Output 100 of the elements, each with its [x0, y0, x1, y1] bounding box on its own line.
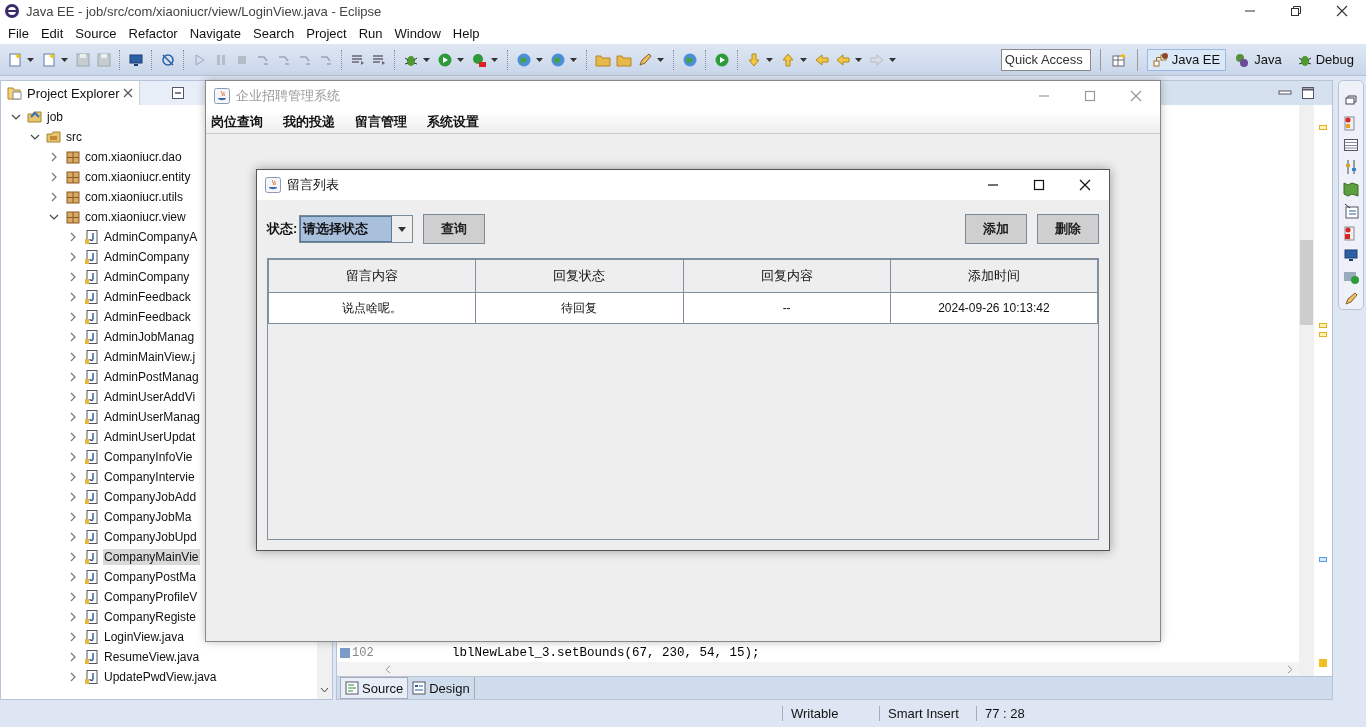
chevron-icon[interactable]	[49, 172, 59, 182]
scroll-right-icon[interactable]	[1287, 664, 1293, 674]
tree-item[interactable]: AdminCompany	[103, 269, 191, 285]
column-header[interactable]: 回复内容	[683, 259, 891, 293]
tree-item[interactable]: AdminUserUpdat	[103, 429, 197, 445]
perspective-button[interactable]: Java EE	[1146, 48, 1227, 71]
menu-item[interactable]: File	[2, 25, 35, 41]
chevron-icon[interactable]	[68, 632, 78, 642]
menu-item[interactable]: Run	[352, 25, 389, 41]
perspective-button[interactable]: Debug	[1290, 48, 1360, 71]
close-icon[interactable]	[1336, 5, 1348, 17]
menu-item[interactable]: Help	[446, 25, 486, 41]
tree-item[interactable]: AdminMainView.j	[103, 349, 197, 365]
chevron-icon[interactable]	[68, 272, 78, 282]
quick-access-field[interactable]: Quick Access	[1000, 48, 1091, 71]
outline-icon[interactable]	[1343, 203, 1359, 219]
chevron-icon[interactable]	[68, 352, 78, 362]
monitor-icon[interactable]	[1343, 247, 1359, 263]
menu-item[interactable]: 岗位查询	[208, 113, 266, 131]
column-header[interactable]: 添加时间	[890, 259, 1098, 293]
tree-item[interactable]: CompanyPostMa	[103, 569, 198, 585]
chevron-icon[interactable]	[68, 652, 78, 662]
chevron-icon[interactable]	[68, 452, 78, 462]
column-header[interactable]: 回复状态	[475, 259, 683, 293]
tree-item[interactable]: com.xiaoniucr.view	[84, 209, 187, 225]
column-header[interactable]: 留言内容	[268, 259, 476, 293]
tree-item[interactable]: CompanyProfileV	[103, 589, 199, 605]
chevron-icon[interactable]	[68, 672, 78, 682]
tree-item[interactable]: AdminFeedback	[103, 309, 192, 325]
chevron-icon[interactable]	[68, 392, 78, 402]
menu-item[interactable]: Refactor	[122, 25, 184, 41]
warning-marker-icon[interactable]	[1319, 332, 1327, 337]
menu-item[interactable]: Project	[300, 25, 353, 41]
editor-tab[interactable]: Source	[340, 677, 409, 699]
chevron-icon[interactable]	[68, 332, 78, 342]
chevron-icon[interactable]	[68, 232, 78, 242]
tree-item[interactable]: AdminJobManag	[103, 329, 196, 345]
tree-item[interactable]: com.xiaoniucr.utils	[84, 189, 185, 205]
tree-item[interactable]: CompanyJobUpd	[103, 529, 198, 545]
tree-item[interactable]: UpdatePwdView.java	[103, 669, 218, 685]
tree-item[interactable]: job	[46, 109, 64, 125]
tree-item[interactable]: AdminPostManag	[103, 369, 200, 385]
chevron-icon[interactable]	[68, 552, 78, 562]
tree-item[interactable]: CompanyMainVie	[103, 549, 200, 565]
tree-item[interactable]: com.xiaoniucr.entity	[84, 169, 192, 185]
run-icon[interactable]	[1343, 269, 1359, 285]
chevron-icon[interactable]	[68, 312, 78, 322]
chevron-icon[interactable]	[68, 532, 78, 542]
maximize-icon[interactable]	[1302, 87, 1314, 99]
chevron-icon[interactable]	[68, 592, 78, 602]
tree-item[interactable]: ResumeView.java	[103, 649, 201, 665]
close-icon[interactable]	[1079, 179, 1091, 191]
tree-item[interactable]: AdminCompany	[103, 249, 191, 265]
add-button[interactable]: 添加	[965, 214, 1027, 244]
warning-marker-icon[interactable]	[1319, 125, 1327, 130]
chevron-icon[interactable]	[68, 572, 78, 582]
run-icon[interactable]	[471, 51, 487, 68]
tree-item[interactable]: CompanyIntervie	[103, 469, 196, 485]
pencil-icon[interactable]	[637, 51, 653, 68]
run-icon[interactable]	[714, 51, 730, 68]
delete-button[interactable]: 删除	[1037, 214, 1099, 244]
warning-marker-icon[interactable]	[1319, 323, 1327, 328]
tree-item[interactable]: CompanyJobAdd	[103, 489, 198, 505]
menu-item[interactable]: Window	[388, 25, 447, 41]
chevron-icon[interactable]	[49, 212, 59, 222]
scrollbar[interactable]	[337, 662, 1299, 676]
editor-tab[interactable]: Design	[408, 677, 475, 699]
tree-item[interactable]: AdminFeedback	[103, 289, 192, 305]
tree-item[interactable]: CompanyJobMa	[103, 509, 193, 525]
collapse-all-icon[interactable]	[172, 87, 185, 99]
map-icon[interactable]	[1343, 181, 1359, 197]
table-icon[interactable]	[1343, 137, 1359, 153]
globe-icon[interactable]	[682, 51, 698, 68]
tree-item[interactable]: AdminCompanyA	[103, 229, 199, 245]
menu-item[interactable]: 系统设置	[424, 113, 482, 131]
menu-item[interactable]: 我的投递	[280, 113, 338, 131]
menu-item[interactable]: Edit	[34, 25, 70, 41]
pencil-icon[interactable]	[1343, 291, 1359, 307]
chevron-icon[interactable]	[68, 612, 78, 622]
chevron-icon[interactable]	[68, 252, 78, 262]
chevron-icon[interactable]	[68, 292, 78, 302]
warning-marker-icon[interactable]	[1319, 659, 1327, 667]
menu-item[interactable]: 留言管理	[352, 113, 410, 131]
close-icon[interactable]	[123, 88, 134, 98]
scrollbar[interactable]	[1299, 105, 1314, 676]
no-entry-icon[interactable]	[160, 51, 176, 68]
run-icon[interactable]	[437, 51, 453, 68]
scroll-down-icon[interactable]	[320, 687, 329, 693]
tree-item[interactable]: CompanyRegiste	[103, 609, 198, 625]
chevron-icon[interactable]	[68, 512, 78, 522]
perspective-button[interactable]: Java	[1229, 48, 1288, 71]
menu-item[interactable]: Search	[247, 25, 301, 41]
menu-item[interactable]: Navigate	[183, 25, 247, 41]
search-button[interactable]: 查询	[423, 214, 486, 244]
chevron-icon[interactable]	[68, 412, 78, 422]
sliders-icon[interactable]	[1343, 159, 1359, 175]
monitor-icon[interactable]	[128, 51, 144, 68]
chevron-icon[interactable]	[30, 132, 40, 142]
minimize-icon[interactable]	[1278, 88, 1292, 98]
restore-icon[interactable]	[1290, 5, 1302, 17]
